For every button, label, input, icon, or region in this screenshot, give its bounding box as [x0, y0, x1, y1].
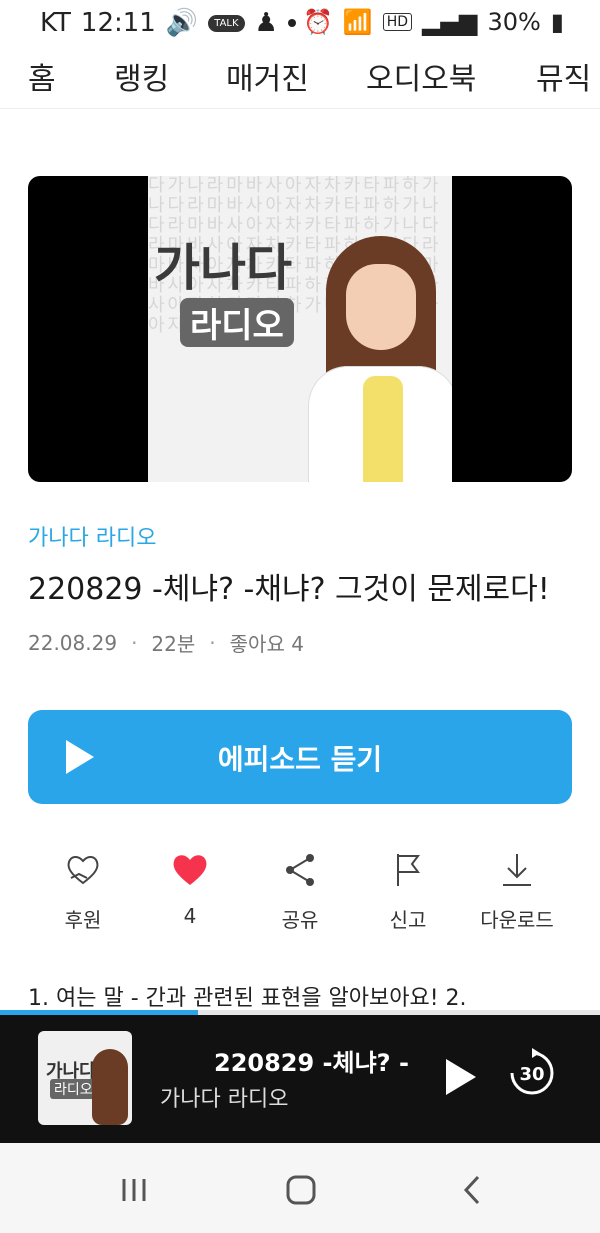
battery-label: 30%: [487, 8, 541, 36]
forward-seconds-label: 30: [519, 1064, 544, 1085]
separator-dot: ·: [209, 630, 216, 655]
episode-duration: 22분: [151, 632, 196, 656]
player-play-icon[interactable]: [446, 1059, 476, 1095]
download-icon: [503, 854, 531, 886]
network-label: HD: [382, 13, 413, 31]
download-label: 다운로드: [480, 908, 554, 932]
host-face: [346, 264, 416, 350]
tab-ranking[interactable]: 랭킹: [114, 54, 169, 98]
wifi-icon: 📶: [342, 8, 373, 36]
recents-icon[interactable]: [120, 1177, 148, 1203]
separator-dot: ·: [131, 630, 138, 655]
system-nav-bar: [0, 1143, 600, 1233]
cover-title: 가나다: [154, 239, 292, 297]
episode-cover[interactable]: 다가나라마바사아자차카타파하가나다라마바사아자차카타파하가나다라마바사아자차카타…: [28, 176, 572, 482]
episode-description[interactable]: 1. 여는 말 - 간과 관련된 표현을 알아보아요! 2.: [28, 980, 467, 1012]
share-icon: [286, 854, 314, 886]
report-button[interactable]: 신고: [348, 850, 468, 933]
action-row: 후원 4 공유 신고 다운로드: [28, 850, 572, 933]
episode-likes: 좋아요 4: [229, 632, 304, 656]
player-title: 220829 -체냐? -: [214, 1049, 409, 1077]
like-count: 4: [183, 904, 197, 928]
talk-badge-icon: TALK: [208, 14, 245, 32]
tab-music[interactable]: 뮤직: [536, 54, 591, 98]
volume-icon: 🔊: [165, 8, 199, 38]
forward-30-icon[interactable]: 30: [504, 1045, 560, 1101]
player-thumbnail: 가나다 라디오: [38, 1031, 132, 1125]
carrier-label: KT: [40, 8, 71, 38]
battery-icon: ▮: [550, 8, 564, 36]
download-button[interactable]: 다운로드: [457, 850, 577, 933]
cover-subtitle: 라디오: [180, 298, 294, 347]
thumb-subtitle: 라디오: [50, 1079, 97, 1099]
status-bar: KT 12:11 🔊 TALK ♟ ⏰ 📶 HD ▂▄▆ 30% ▮: [0, 0, 600, 48]
episode-meta: 22.08.29 · 22분 · 좋아요 4: [28, 628, 304, 657]
status-right: ⏰ 📶 HD ▂▄▆ 30% ▮: [303, 8, 564, 36]
thumb-host: [92, 1049, 128, 1125]
heart-hand-icon: [67, 856, 99, 885]
signal-icon: ▂▄▆: [422, 8, 478, 36]
like-button[interactable]: 4: [130, 850, 250, 928]
report-label: 신고: [389, 908, 427, 932]
channel-link[interactable]: 가나다 라디오: [28, 520, 156, 552]
listen-episode-label: 에피소드 듣기: [217, 743, 383, 776]
alarm-icon: ⏰: [302, 8, 333, 36]
tab-home[interactable]: 홈: [28, 54, 56, 98]
flag-icon: [397, 854, 420, 886]
notification-icon: ♟: [254, 8, 278, 38]
home-icon[interactable]: [286, 1175, 316, 1205]
heart-icon: [173, 855, 207, 885]
back-icon[interactable]: [460, 1175, 484, 1205]
player-subtitle: 가나다 라디오: [160, 1087, 289, 1112]
listen-episode-button[interactable]: 에피소드 듣기: [28, 710, 572, 804]
top-tabs: 홈 랭킹 매거진 오디오북 뮤직: [0, 48, 600, 109]
dot-icon: [287, 19, 296, 27]
host-shirt: [363, 376, 403, 482]
mini-player[interactable]: 가나다 라디오 220829 -체냐? - 가나다 라디오 30: [0, 1015, 600, 1143]
host-illustration: [308, 216, 452, 482]
episode-title: 220829 -체냐? -채냐? 그것이 문제로다!: [28, 572, 550, 607]
share-button[interactable]: 공유: [240, 850, 360, 933]
tab-magazine[interactable]: 매거진: [226, 54, 309, 98]
tab-audiobook[interactable]: 오디오북: [366, 54, 476, 98]
cover-art: 다가나라마바사아자차카타파하가나다라마바사아자차카타파하가나다라마바사아자차카타…: [148, 176, 452, 482]
time-label: 12:11: [80, 8, 156, 38]
donate-label: 후원: [64, 908, 102, 932]
donate-button[interactable]: 후원: [23, 850, 143, 933]
status-left: KT 12:11 🔊 TALK ♟: [40, 8, 296, 38]
share-label: 공유: [281, 908, 319, 932]
episode-date: 22.08.29: [28, 630, 118, 655]
